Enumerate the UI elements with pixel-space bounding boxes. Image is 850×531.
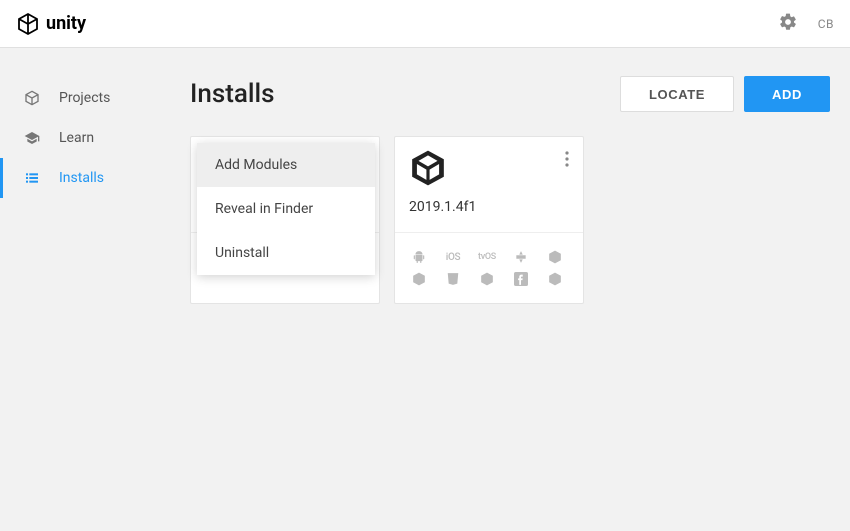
page-title: Installs bbox=[190, 79, 275, 109]
content-area: Installs LOCATE ADD ◆ ◆ bbox=[170, 48, 850, 531]
html5-icon bbox=[443, 269, 463, 289]
platform-list: iOS tvOS bbox=[395, 233, 583, 303]
unity-icon bbox=[477, 269, 497, 289]
user-initials[interactable]: CB bbox=[818, 17, 834, 31]
sidebar-item-label: Installs bbox=[59, 170, 104, 186]
app-header: unity CB bbox=[0, 0, 850, 48]
more-icon[interactable] bbox=[561, 147, 573, 175]
install-cards: ◆ ◆ ◆ Add Modules Reveal in Finder Unins… bbox=[190, 136, 830, 304]
sidebar-item-label: Projects bbox=[59, 90, 110, 106]
sidebar-item-projects[interactable]: Projects bbox=[0, 78, 170, 118]
card-top: 2019.1.4f1 bbox=[395, 137, 583, 233]
sidebar-item-installs[interactable]: Installs bbox=[0, 158, 170, 198]
menu-item-uninstall[interactable]: Uninstall bbox=[197, 231, 375, 275]
main-area: Projects Learn Installs Installs LOCATE … bbox=[0, 48, 850, 531]
tvos-icon: tvOS bbox=[477, 247, 497, 267]
unity-icon bbox=[545, 269, 565, 289]
gear-icon[interactable] bbox=[778, 12, 798, 36]
sidebar-item-learn[interactable]: Learn bbox=[0, 118, 170, 158]
ios-icon: iOS bbox=[443, 247, 463, 267]
context-menu: Add Modules Reveal in Finder Uninstall bbox=[197, 143, 375, 275]
content-header: Installs LOCATE ADD bbox=[190, 76, 830, 112]
install-card: 2019.1.4f1 iOS tvOS bbox=[394, 136, 584, 304]
facebook-icon bbox=[511, 269, 531, 289]
unity-icon bbox=[409, 149, 569, 191]
unity-icon bbox=[409, 269, 429, 289]
list-icon bbox=[23, 170, 41, 186]
sidebar: Projects Learn Installs bbox=[0, 48, 170, 531]
locate-button[interactable]: LOCATE bbox=[620, 76, 734, 112]
action-buttons: LOCATE ADD bbox=[620, 76, 830, 112]
unity-logo: unity bbox=[16, 12, 86, 36]
cube-icon bbox=[23, 90, 41, 106]
sidebar-item-label: Learn bbox=[59, 130, 94, 146]
install-version: 2019.1.4f1 bbox=[409, 199, 569, 215]
menu-item-reveal-in-finder[interactable]: Reveal in Finder bbox=[197, 187, 375, 231]
unity-icon bbox=[545, 247, 565, 267]
add-button[interactable]: ADD bbox=[744, 76, 830, 112]
header-right: CB bbox=[778, 12, 834, 36]
android-icon bbox=[409, 247, 429, 267]
unity-cube-icon bbox=[16, 12, 40, 36]
tizen-icon bbox=[511, 247, 531, 267]
menu-item-add-modules[interactable]: Add Modules bbox=[197, 143, 375, 187]
brand-text: unity bbox=[46, 13, 86, 34]
graduation-cap-icon bbox=[23, 130, 41, 146]
install-card: ◆ ◆ ◆ Add Modules Reveal in Finder Unins… bbox=[190, 136, 380, 304]
